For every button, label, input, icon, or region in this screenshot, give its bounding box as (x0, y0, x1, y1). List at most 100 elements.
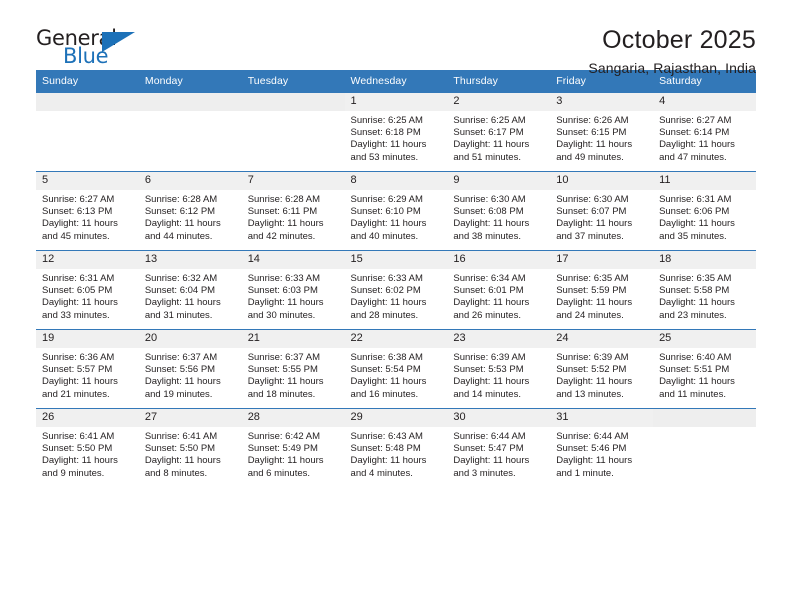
day-details: Sunrise: 6:27 AM Sunset: 6:14 PM Daylight:… (653, 111, 756, 164)
day-cell-20[interactable]: 20 Sunrise: 6:37 AM Sunset: 5:56 PM Dayligh… (138, 329, 242, 409)
day-cell-1[interactable]: 1 Sunrise: 6:25 AM Sunset: 6:18 PM Daylight… (344, 92, 448, 172)
calendar-week-row: 12 Sunrise: 6:31 AM Sunset: 6:05 PM Dayligh… (36, 250, 756, 330)
day-cell-empty (241, 92, 345, 172)
day-detail-line: Sunset: 6:12 PM (144, 206, 216, 218)
day-detail-line: Sunrise: 6:39 AM (453, 352, 526, 363)
day-detail-line: Daylight: 11 hours (42, 376, 118, 388)
day-cell-19[interactable]: 19 Sunrise: 6:36 AM Sunset: 5:57 PM Dayligh… (36, 329, 139, 409)
day-details: Sunrise: 6:44 AM Sunset: 5:47 PM Daylight:… (447, 427, 550, 480)
day-detail-line: Sunset: 6:03 PM (247, 285, 318, 297)
day-cell-4[interactable]: 4 Sunrise: 6:27 AM Sunset: 6:14 PM Daylight… (653, 92, 756, 172)
day-cell-16[interactable]: 16 Sunrise: 6:34 AM Sunset: 6:01 PM Dayligh… (447, 250, 551, 330)
day-detail-line: Sunrise: 6:35 AM (659, 273, 732, 284)
day-cell-22[interactable]: 22 Sunrise: 6:38 AM Sunset: 5:54 PM Dayligh… (344, 329, 448, 409)
day-detail-line: Daylight: 11 hours (350, 218, 427, 230)
day-cell-21[interactable]: 21 Sunrise: 6:37 AM Sunset: 5:55 PM Dayligh… (241, 329, 345, 409)
day-detail-line: Daylight: 11 hours (659, 376, 735, 388)
day-cell-29[interactable]: 29 Sunrise: 6:43 AM Sunset: 5:48 PM Dayligh… (344, 408, 448, 487)
day-cell-11[interactable]: 11 Sunrise: 6:31 AM Sunset: 6:06 PM Dayligh… (653, 171, 756, 251)
day-detail-line: Sunset: 5:57 PM (42, 364, 113, 376)
day-number: 23 (447, 330, 551, 348)
day-cell-26[interactable]: 26 Sunrise: 6:41 AM Sunset: 5:50 PM Dayligh… (36, 408, 139, 487)
calendar-page: General Blue October 2025 Sangaria, Raja… (0, 0, 792, 612)
day-cell-8[interactable]: 8 Sunrise: 6:29 AM Sunset: 6:10 PM Daylight… (344, 171, 448, 251)
day-cell-18[interactable]: 18 Sunrise: 6:35 AM Sunset: 5:58 PM Dayligh… (653, 250, 756, 330)
day-number: 19 (36, 330, 139, 348)
day-number: 10 (550, 172, 654, 190)
day-detail-line: and 51 minutes. (453, 151, 521, 163)
day-cell-12[interactable]: 12 Sunrise: 6:31 AM Sunset: 6:05 PM Dayligh… (36, 250, 139, 330)
day-detail-line: Daylight: 11 hours (350, 455, 427, 467)
day-detail-line: Sunset: 6:06 PM (659, 206, 730, 218)
day-cell-13[interactable]: 13 Sunrise: 6:32 AM Sunset: 6:04 PM Dayligh… (138, 250, 242, 330)
day-detail-line: Daylight: 11 hours (659, 297, 735, 309)
day-cell-24[interactable]: 24 Sunrise: 6:39 AM Sunset: 5:52 PM Dayligh… (550, 329, 654, 409)
day-cell-23[interactable]: 23 Sunrise: 6:39 AM Sunset: 5:53 PM Dayligh… (447, 329, 551, 409)
day-detail-line: Sunrise: 6:26 AM (556, 115, 629, 126)
day-detail-line: Daylight: 11 hours (144, 455, 221, 467)
day-cell-27[interactable]: 27 Sunrise: 6:41 AM Sunset: 5:50 PM Dayligh… (138, 408, 242, 487)
weekday-header-thursday: Thursday (447, 70, 551, 93)
day-detail-line: and 28 minutes. (350, 309, 419, 321)
day-cell-3[interactable]: 3 Sunrise: 6:26 AM Sunset: 6:15 PM Daylight… (550, 92, 654, 172)
day-details: Sunrise: 6:25 AM Sunset: 6:18 PM Daylight:… (345, 111, 448, 164)
day-cell-14[interactable]: 14 Sunrise: 6:33 AM Sunset: 6:03 PM Dayligh… (241, 250, 345, 330)
day-cell-7[interactable]: 7 Sunrise: 6:28 AM Sunset: 6:11 PM Daylight… (241, 171, 345, 251)
day-detail-line: Sunrise: 6:28 AM (144, 194, 218, 205)
day-number: 21 (241, 330, 345, 348)
day-number: 9 (447, 172, 551, 190)
day-number: 31 (550, 409, 654, 427)
day-detail-line: Daylight: 11 hours (144, 218, 221, 230)
day-detail-line: and 6 minutes. (247, 467, 311, 479)
day-detail-line: Sunrise: 6:30 AM (453, 194, 526, 205)
day-detail-line: and 3 minutes. (453, 467, 516, 479)
day-detail-line: Daylight: 11 hours (453, 139, 530, 151)
day-cell-31[interactable]: 31 Sunrise: 6:44 AM Sunset: 5:46 PM Dayligh… (550, 408, 654, 487)
day-detail-line: Sunset: 6:17 PM (453, 127, 524, 139)
day-cell-2[interactable]: 2 Sunrise: 6:25 AM Sunset: 6:17 PM Daylight… (447, 92, 551, 172)
day-number: 1 (344, 93, 448, 111)
day-detail-line: Sunrise: 6:25 AM (453, 115, 526, 126)
weekday-header-wednesday: Wednesday (344, 70, 448, 93)
day-detail-line: and 42 minutes. (247, 230, 316, 242)
day-detail-line: Sunset: 5:47 PM (453, 443, 524, 455)
day-cell-9[interactable]: 9 Sunrise: 6:30 AM Sunset: 6:08 PM Daylight… (447, 171, 551, 251)
day-detail-line: and 21 minutes. (42, 388, 110, 400)
day-cell-5[interactable]: 5 Sunrise: 6:27 AM Sunset: 6:13 PM Daylight… (36, 171, 139, 251)
day-details: Sunrise: 6:29 AM Sunset: 6:10 PM Daylight:… (345, 190, 448, 243)
day-detail-line: and 1 minute. (556, 467, 614, 479)
day-cell-15[interactable]: 15 Sunrise: 6:33 AM Sunset: 6:02 PM Dayligh… (344, 250, 448, 330)
day-detail-line: Sunset: 6:04 PM (144, 285, 216, 297)
day-detail-line: Sunset: 5:53 PM (453, 364, 524, 376)
day-detail-line: Sunset: 6:15 PM (556, 127, 627, 139)
general-blue-logo[interactable]: General Blue (36, 26, 146, 72)
day-detail-line: Sunset: 5:54 PM (350, 364, 421, 376)
day-cell-25[interactable]: 25 Sunrise: 6:40 AM Sunset: 5:51 PM Dayligh… (653, 329, 756, 409)
day-number: 26 (36, 409, 139, 427)
day-cell-10[interactable]: 10 Sunrise: 6:30 AM Sunset: 6:07 PM Dayligh… (550, 171, 654, 251)
day-detail-line: and 38 minutes. (453, 230, 521, 242)
day-detail-line: and 45 minutes. (42, 230, 110, 242)
day-detail-line: Sunrise: 6:34 AM (453, 273, 526, 284)
day-number: 27 (138, 409, 242, 427)
day-detail-line: Sunset: 5:59 PM (556, 285, 627, 297)
day-detail-line: Daylight: 11 hours (350, 376, 427, 388)
day-cell-17[interactable]: 17 Sunrise: 6:35 AM Sunset: 5:59 PM Dayligh… (550, 250, 654, 330)
day-detail-line: and 19 minutes. (144, 388, 213, 400)
day-detail-line: Sunset: 5:55 PM (247, 364, 318, 376)
day-detail-line: Sunrise: 6:32 AM (144, 273, 218, 284)
day-detail-line: Sunset: 6:02 PM (350, 285, 421, 297)
day-detail-line: Daylight: 11 hours (453, 455, 530, 467)
day-number: 8 (344, 172, 448, 190)
day-cell-30[interactable]: 30 Sunrise: 6:44 AM Sunset: 5:47 PM Dayligh… (447, 408, 551, 487)
day-cell-28[interactable]: 28 Sunrise: 6:42 AM Sunset: 5:49 PM Dayligh… (241, 408, 345, 487)
sunrise-sunset-calendar: Sunday Monday Tuesday Wednesday Thursday Frid… (36, 70, 756, 487)
day-cell-6[interactable]: 6 Sunrise: 6:28 AM Sunset: 6:12 PM Daylight… (138, 171, 242, 251)
day-number (241, 93, 345, 111)
day-detail-line: Daylight: 11 hours (453, 218, 530, 230)
day-number (36, 93, 139, 111)
day-detail-line: Daylight: 11 hours (453, 297, 530, 309)
day-detail-line: Sunset: 5:51 PM (659, 364, 730, 376)
day-detail-line: and 11 minutes. (659, 388, 726, 400)
logo-word-blue: Blue (63, 44, 109, 68)
